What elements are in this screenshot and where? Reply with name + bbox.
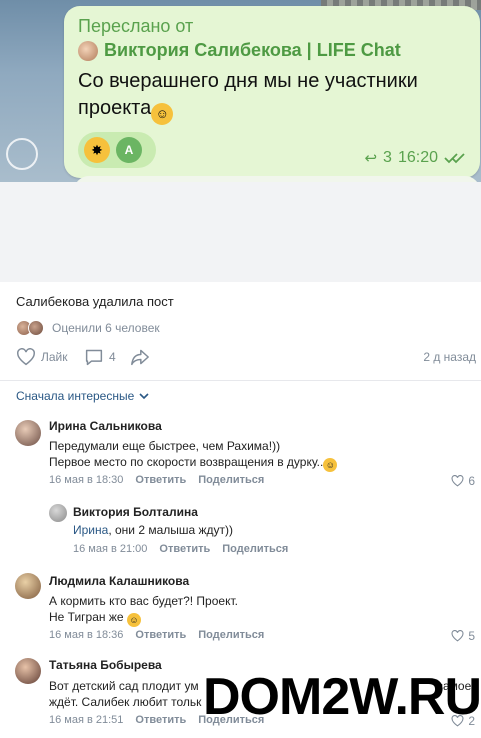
- comment-count: 4: [109, 350, 116, 364]
- forwarded-screenshot: Переслано от Виктория Салибекова | LIFE …: [0, 0, 481, 182]
- comment-button[interactable]: 4: [84, 348, 116, 366]
- message-line-1: Со вчерашнего дня мы не участники: [78, 70, 418, 92]
- share-icon: [131, 349, 149, 366]
- reply-mention[interactable]: Ирина: [73, 523, 108, 537]
- message-text: Со вчерашнего дня мы не участники проект…: [78, 68, 468, 125]
- comment-line: Первое место по скорости возвращения в д…: [49, 455, 324, 469]
- scroll-indicator[interactable]: [6, 138, 38, 170]
- liked-by-row[interactable]: Оценили 6 человек: [16, 320, 160, 336]
- comment-author[interactable]: Ирина Сальникова: [49, 419, 162, 433]
- comment-author[interactable]: Виктория Болталина: [73, 505, 198, 519]
- share-comment-button[interactable]: Поделиться: [198, 474, 264, 486]
- forwarded-author: Виктория Салибекова | LIFE Chat: [104, 40, 401, 60]
- share-comment-button[interactable]: Поделиться: [198, 629, 264, 641]
- heart-icon: [451, 475, 464, 487]
- comment-date[interactable]: 16 мая в 21:00: [73, 543, 147, 555]
- comment-reply: Виктория Болталина Ирина, они 2 малыша ж…: [0, 502, 481, 562]
- like-button[interactable]: Лайк: [16, 348, 68, 366]
- forwarded-from[interactable]: Виктория Салибекова | LIFE Chat: [78, 40, 401, 61]
- post-image-area: [0, 182, 481, 282]
- comment-author[interactable]: Людмила Калашникова: [49, 574, 189, 588]
- reply-arrow-icon: ↩: [364, 150, 378, 167]
- reply-button[interactable]: Ответить: [135, 474, 186, 486]
- comment-line: , они 2 малыша ждут)): [108, 523, 234, 537]
- reply-button[interactable]: Ответить: [159, 543, 210, 555]
- comment-like-count: 5: [468, 629, 475, 643]
- hugging-face-emoji-icon: ☺: [151, 103, 174, 125]
- comment-line: Вот детский сад плодит ум: [49, 679, 199, 693]
- comment-icon: [85, 349, 103, 366]
- watermark: DOM2W.RU: [203, 668, 481, 726]
- message-time: 16:20: [397, 149, 438, 166]
- post-time: 2 д назад: [423, 350, 476, 364]
- comment-like-button[interactable]: 5: [451, 629, 475, 643]
- comment: Ирина Сальникова Передумали еще быстрее,…: [0, 416, 481, 494]
- comment-meta: 16 мая в 18:30 Ответить Поделиться: [49, 474, 264, 486]
- message-bubble: Переслано от Виктория Салибекова | LIFE …: [64, 6, 480, 178]
- forwarded-avatar: [78, 40, 98, 61]
- reply-button[interactable]: Ответить: [135, 714, 186, 726]
- comment-text: Ирина, они 2 малыша ждут)): [73, 522, 233, 538]
- comment: Людмила Калашникова А кормить кто вас бу…: [0, 570, 481, 648]
- reactions-pill[interactable]: ✸ A: [78, 132, 156, 168]
- liked-by-avatars: [16, 320, 44, 336]
- avatar[interactable]: [15, 420, 41, 446]
- avatar[interactable]: [15, 658, 41, 684]
- share-button[interactable]: [130, 348, 150, 366]
- sort-dropdown[interactable]: Сначала интересные: [16, 389, 150, 403]
- divider: [0, 380, 481, 381]
- sort-label: Сначала интересные: [16, 389, 135, 403]
- comment-meta: 16 мая в 18:36 Ответить Поделиться: [49, 629, 264, 641]
- smirk-emoji-icon: ☺: [126, 613, 141, 627]
- comment-date[interactable]: 16 мая в 21:51: [49, 714, 123, 726]
- comment-like-button[interactable]: 6: [451, 474, 475, 488]
- forwarded-label: Переслано от: [78, 16, 194, 36]
- reply-button[interactable]: Ответить: [135, 629, 186, 641]
- reaction-avatar: A: [116, 137, 142, 163]
- comment-date[interactable]: 16 мая в 18:36: [49, 629, 123, 641]
- exploding-head-emoji-icon: ✸: [84, 137, 110, 163]
- comment-line: Не Тигран же: [49, 610, 124, 624]
- avatar[interactable]: [49, 504, 67, 522]
- comment-author[interactable]: Татьяна Бобырева: [49, 658, 162, 672]
- share-comment-button[interactable]: Поделиться: [222, 543, 288, 555]
- heart-icon: [451, 630, 464, 642]
- message-meta: ↩ 3 16:20: [364, 149, 466, 167]
- liked-by-text: Оценили 6 человек: [52, 321, 160, 335]
- comment-meta: 16 мая в 21:00 Ответить Поделиться: [73, 543, 288, 555]
- chevron-down-icon: [139, 393, 149, 400]
- comment-line: А кормить кто вас будет?! Проект.: [49, 594, 238, 608]
- double-check-icon: [444, 153, 465, 164]
- comment-like-count: 6: [468, 474, 475, 488]
- post-actions: Лайк 4 2 д назад: [16, 348, 476, 368]
- reply-count: 3: [383, 149, 392, 166]
- comment-text: А кормить кто вас будет?! Проект. Не Тиг…: [49, 593, 238, 627]
- heart-icon: [17, 348, 35, 366]
- comment-date[interactable]: 16 мая в 18:30: [49, 474, 123, 486]
- message-line-2: проекта: [78, 97, 152, 119]
- like-label: Лайк: [41, 350, 68, 364]
- avatar[interactable]: [15, 573, 41, 599]
- comment-line: Передумали еще быстрее, чем Рахима!)): [49, 439, 281, 453]
- comment-text: Передумали еще быстрее, чем Рахима!)) Пе…: [49, 438, 338, 472]
- post-text: Салибекова удалила пост: [16, 294, 174, 309]
- grinning-emoji-icon: ☺: [323, 458, 338, 472]
